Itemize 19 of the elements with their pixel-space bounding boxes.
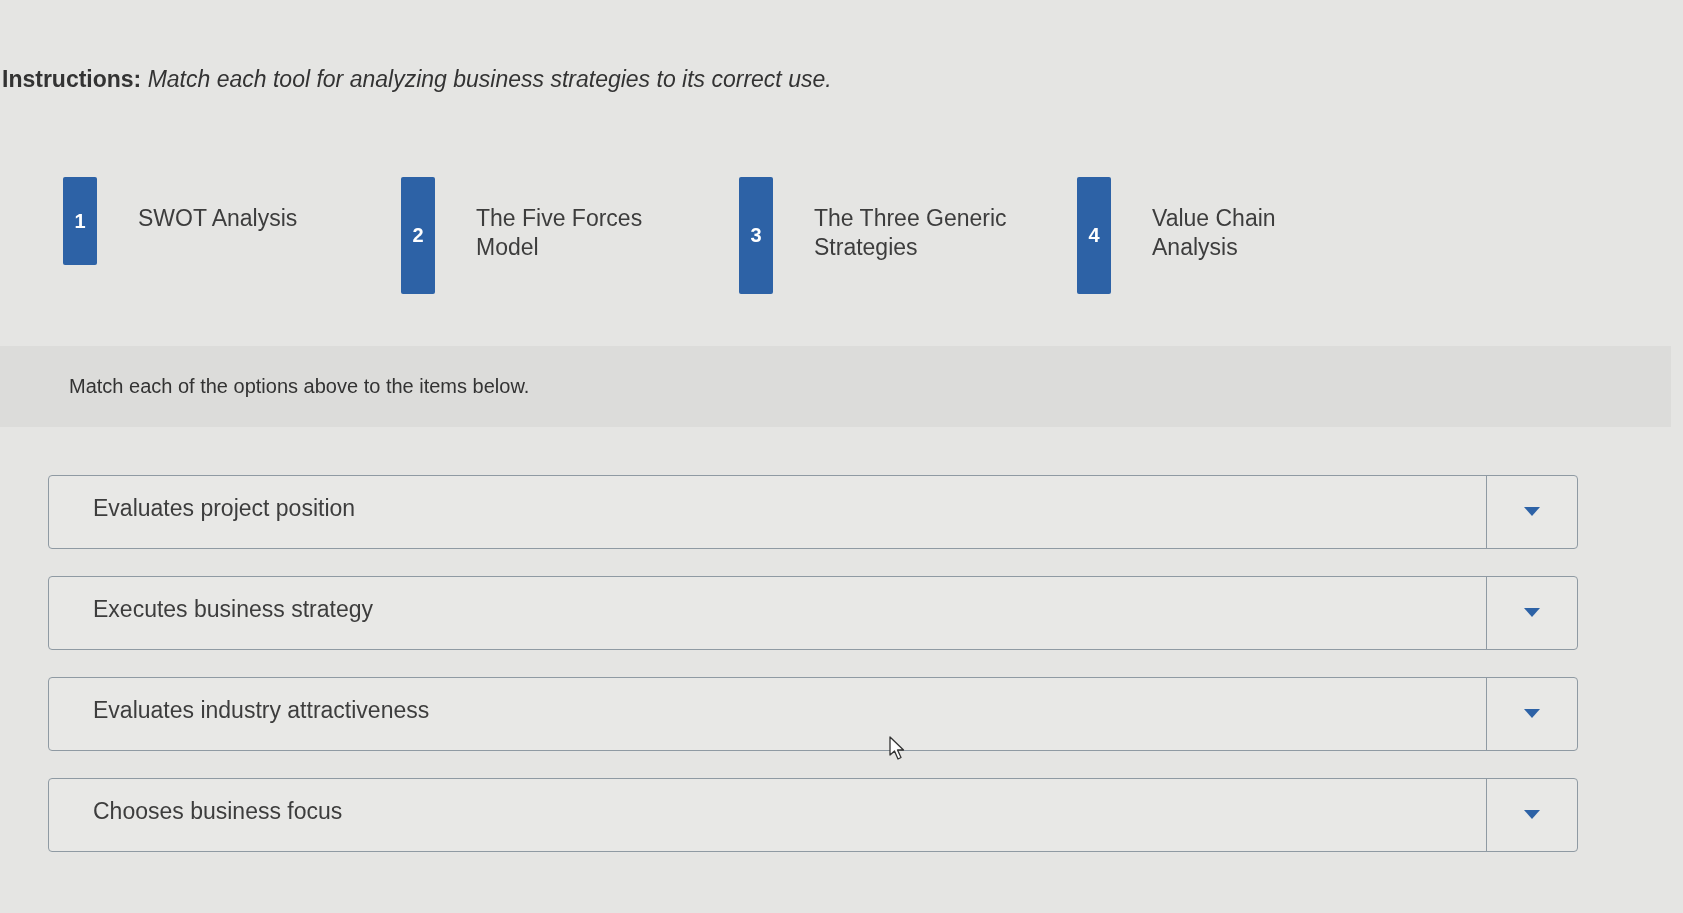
caret-down-icon xyxy=(1524,709,1540,718)
option-label: Value Chain Analysis xyxy=(1151,203,1277,262)
number-tile: 2 xyxy=(401,176,435,294)
option-label: The Five Forces Model xyxy=(475,203,644,262)
number-tile: 4 xyxy=(1077,176,1111,294)
number-tile: 1 xyxy=(63,176,97,265)
match-item-text: Executes business strategy xyxy=(93,594,373,624)
match-item-text: Chooses business focus xyxy=(93,796,343,826)
instructions-text: Instructions: Match each tool for analyzing business strategies to its correct use. xyxy=(2,65,832,94)
prompt-text: Match each of the options above to the items below. xyxy=(69,373,530,399)
caret-down-icon xyxy=(1524,810,1540,819)
option-label: The Three Generic Strategies xyxy=(813,203,1008,262)
caret-down-icon xyxy=(1524,608,1540,617)
caret-down-icon xyxy=(1524,507,1540,516)
number-tile: 3 xyxy=(739,176,773,294)
option-label: SWOT Analysis xyxy=(137,203,299,233)
match-item-text: Evaluates project position xyxy=(93,493,356,523)
match-item-text: Evaluates industry attractiveness xyxy=(93,695,430,725)
mouse-pointer-icon xyxy=(889,736,906,760)
